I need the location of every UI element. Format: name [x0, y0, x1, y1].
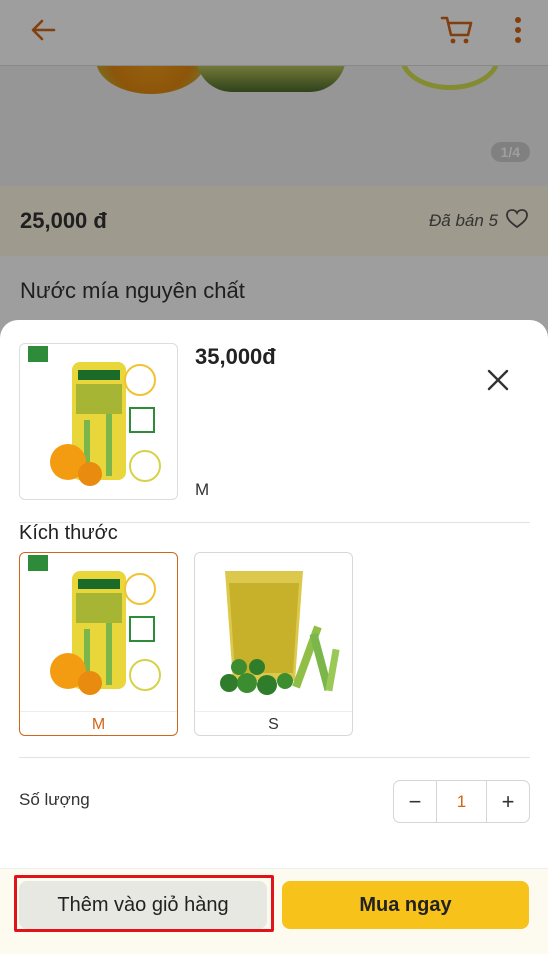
action-footer: Thêm vào giỏ hàng Mua ngay	[0, 868, 548, 954]
size-option-m-image	[20, 553, 177, 711]
quantity-stepper: − 1 +	[393, 780, 530, 823]
decrease-button[interactable]: −	[394, 781, 436, 822]
size-option-s-label: S	[195, 711, 352, 735]
close-button[interactable]	[482, 364, 514, 396]
sheet-header: 35,000đ M	[0, 320, 548, 524]
quantity-label: Số lượng	[19, 790, 90, 809]
quantity-value[interactable]: 1	[436, 781, 487, 822]
divider	[19, 757, 530, 758]
size-option-m[interactable]: M	[19, 552, 178, 736]
increase-button[interactable]: +	[487, 781, 529, 822]
selected-variant-thumbnail	[19, 343, 178, 500]
add-to-cart-button[interactable]: Thêm vào giỏ hàng	[19, 881, 267, 929]
buy-now-button[interactable]: Mua ngay	[282, 881, 529, 929]
size-option-m-label: M	[20, 711, 177, 735]
size-option-s[interactable]: S	[194, 552, 353, 736]
size-section-title: Kích thước	[19, 522, 118, 544]
size-option-s-image	[195, 553, 352, 711]
variant-bottom-sheet: 35,000đ M Kích thước M S Số lượng − 1 + …	[0, 320, 548, 954]
close-icon	[487, 369, 509, 391]
variant-price: 35,000đ	[195, 344, 276, 369]
selected-variant-label: M	[195, 480, 210, 499]
